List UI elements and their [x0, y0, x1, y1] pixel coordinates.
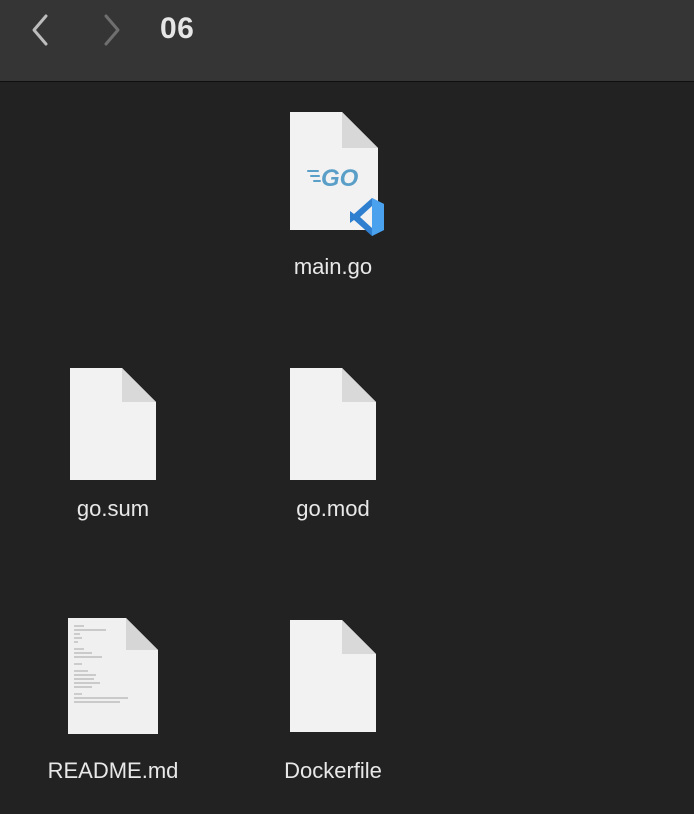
back-button[interactable] [22, 12, 58, 48]
text-document-preview-icon [68, 618, 158, 734]
file-item-go-mod[interactable]: go.mod [248, 366, 418, 522]
file-item-readme-md[interactable]: README.md [28, 616, 198, 784]
file-name: Dockerfile [284, 758, 382, 783]
blank-document-icon [70, 368, 156, 480]
file-name: README.md [47, 758, 179, 783]
file-item-main-go[interactable]: GO main.go [248, 110, 418, 280]
blank-document-icon [290, 368, 376, 480]
toolbar: 06 [0, 0, 694, 82]
chevron-left-icon [32, 14, 48, 46]
file-item-go-sum[interactable]: go.sum [28, 366, 198, 522]
finder-window: 06 GO main.go go.sum go.mod README.md Do… [0, 0, 694, 814]
folder-title: 06 [160, 12, 195, 45]
file-name: main.go [293, 254, 373, 279]
file-item-dockerfile[interactable]: Dockerfile [248, 618, 418, 784]
file-name: go.sum [76, 496, 150, 521]
blank-document-icon [290, 620, 376, 732]
go-file-vscode-icon: GO [290, 112, 384, 236]
chevron-right-icon [104, 14, 120, 46]
file-name: go.mod [296, 496, 370, 521]
go-logo-text: GO [321, 165, 359, 192]
forward-button[interactable] [94, 12, 130, 48]
